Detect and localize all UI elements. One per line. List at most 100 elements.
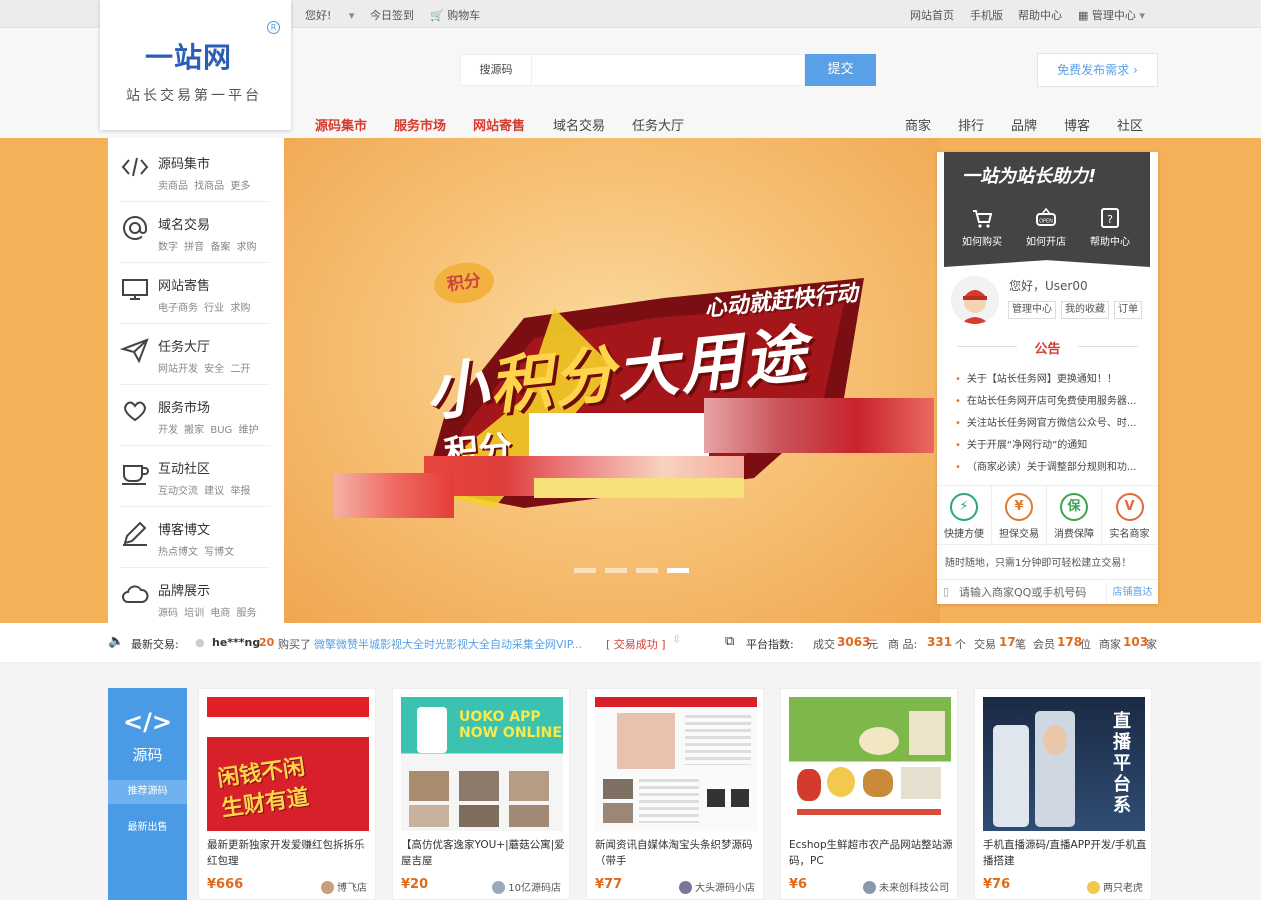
greeting-dropdown[interactable]: 您好! ▾ — [305, 7, 354, 23]
product-card[interactable]: 直播平台系 手机直播源码/直播APP开发/手机直播搭建 ¥76 两只老虎 — [974, 688, 1152, 900]
logo-slogan: 站长交易第一平台 — [126, 88, 262, 104]
heart-hand-icon — [124, 401, 146, 422]
notice-item[interactable]: 在站长任务网开店可免费使用服务器... — [955, 392, 1150, 407]
sidebar-item-service[interactable]: 服务市场 开发 搬家 BUG 维护 — [120, 386, 270, 446]
nav-item-community[interactable]: 社区 — [1117, 115, 1143, 134]
nav-item-tasks[interactable]: 任务大厅 — [632, 115, 684, 134]
shop-lookup-input[interactable]: 请输入商家QQ或手机号码 — [959, 584, 1086, 600]
shop-avatar — [492, 881, 506, 894]
shop-name[interactable]: 未来创科技公司 — [863, 879, 949, 894]
trade-status: [ 交易成功 ] — [606, 638, 666, 651]
product-title[interactable]: 手机直播源码/直播APP开发/手机直播搭建 — [983, 837, 1148, 869]
sidebar-item-domain[interactable]: 域名交易 数字 拼音 备案 求购 — [120, 203, 270, 263]
how-to-buy-link[interactable]: 如何购买 — [952, 207, 1012, 248]
logo[interactable]: 一站网 R 站长交易第一平台 — [100, 0, 291, 130]
shop-name[interactable]: 博飞店 — [321, 879, 367, 894]
lightning-icon: ⚡ — [950, 493, 978, 521]
how-to-open-shop-link[interactable]: OPEN 如何开店 — [1016, 207, 1076, 248]
product-title[interactable]: 【高仿优客逸家YOU+|蘑菇公寓|爱屋吉屋 — [401, 837, 566, 869]
favorites-button[interactable]: 我的收藏 — [1061, 301, 1109, 319]
product-card[interactable]: UOKO APP NOW ONLINE 【高仿优客逸家YOU+|蘑菇公寓|爱屋吉… — [392, 688, 570, 900]
carousel-dot[interactable] — [605, 568, 627, 573]
panel-slogan: 随时随地，只需1分钟即可轻松建立交易！ — [945, 558, 1132, 569]
product-title[interactable]: Ecshop生鲜超市农产品网站整站源码，PC — [789, 837, 954, 869]
notice-item[interactable]: 关于开展“净网行动”的通知 — [955, 436, 1150, 451]
sidebar-item-site[interactable]: 网站寄售 电子商务 行业 求购 — [120, 264, 270, 324]
home-link[interactable]: 网站首页 — [910, 7, 954, 23]
product-image[interactable] — [789, 697, 951, 831]
nav-item-ranking[interactable]: 排行 — [958, 115, 984, 134]
nav-item-blog[interactable]: 博客 — [1064, 115, 1090, 134]
nav-item-merchants[interactable]: 商家 — [905, 115, 931, 134]
pixelation-block — [334, 473, 454, 518]
phone-icon: ▯ — [943, 585, 950, 598]
stats-ticker: 🔈 最新交易: ● he***ng 20 购买了 微擎微赞半城影视大全时光影视大… — [0, 623, 1261, 663]
category-sidebar: 源码集市 卖商品 找商品 更多 域名交易 数字 拼音 备案 求购 网站寄售 电子… — [108, 138, 284, 623]
product-card[interactable]: Ecshop生鲜超市农产品网站整站源码，PC ¥6 未来创科技公司 — [780, 688, 958, 900]
carousel-dot[interactable] — [636, 568, 658, 573]
notice-item[interactable]: 关注站长任务网官方微信公众号、时... — [955, 414, 1150, 429]
banner-slide[interactable]: 积分 心动就赶快行动 小积分大用途 积分 — [284, 138, 940, 623]
shop-direct-button[interactable]: 店铺直达 — [1106, 583, 1158, 603]
product-card[interactable]: 闲钱不闲 生财有道 最新更新独家开发爱赚红包拆拆乐红包理 ¥666 博飞店 — [198, 688, 376, 900]
help-icon: ? — [1101, 208, 1119, 228]
notice-item[interactable]: （商家必读）关于调整部分规则和功... — [955, 458, 1150, 473]
sidebar-item-community[interactable]: 互动社区 互动交流 建议 举报 — [120, 447, 270, 507]
checkin-link[interactable]: 今日签到 — [370, 7, 414, 23]
nav-item-site-consign[interactable]: 网站寄售 — [473, 115, 525, 134]
sidebar-item-tasks[interactable]: 任务大厅 网站开发 安全 二开 — [120, 325, 270, 385]
tab-latest[interactable]: 最新出售 — [108, 818, 187, 833]
help-link[interactable]: 帮助中心 — [1018, 7, 1062, 23]
registered-icon: R — [267, 21, 280, 34]
notice-item[interactable]: 关于【站长任务网】更换通知！！ — [955, 370, 1150, 385]
tab-recommended[interactable]: 推荐源码 — [108, 780, 187, 804]
product-title[interactable]: 最新更新独家开发爱赚红包拆拆乐红包理 — [207, 837, 372, 869]
product-image[interactable]: UOKO APP NOW ONLINE — [401, 697, 563, 831]
shop-name[interactable]: 大头源码小店 — [679, 879, 755, 894]
search-type-label[interactable]: 搜源码 — [460, 54, 532, 86]
pixelation-block — [704, 398, 934, 453]
nav-item-domain[interactable]: 域名交易 — [553, 115, 605, 134]
carousel-dot[interactable] — [574, 568, 596, 573]
product-card[interactable]: 新闻资讯自媒体淘宝头条织梦源码（带手 ¥77 大头源码小店 — [586, 688, 764, 900]
avatar[interactable] — [951, 276, 999, 324]
sidebar-item-blog[interactable]: 博客博文 热点博文 写博文 — [120, 508, 270, 568]
guarantee-badges: ⚡ 快捷方便 ¥ 担保交易 保消费保障 V 实名商家 — [937, 485, 1158, 546]
shop-lookup: ▯ 请输入商家QQ或手机号码 店铺直达 — [937, 579, 1158, 604]
user-greeting: 您好，User00 — [1009, 279, 1088, 293]
product-title[interactable]: 新闻资讯自媒体淘宝头条织梦源码（带手 — [595, 837, 760, 869]
shop-name[interactable]: 两只老虎 — [1087, 879, 1143, 894]
shop-avatar — [321, 881, 334, 894]
cart-link[interactable]: 🛒 购物车 — [430, 7, 480, 23]
product-price: ¥20 — [401, 877, 429, 892]
svg-text:OPEN: OPEN — [1039, 219, 1053, 225]
shop-name[interactable]: 10亿源码店 — [492, 879, 561, 894]
nav-item-source-market[interactable]: 源码集市 — [315, 115, 367, 134]
trade-item-link[interactable]: 微擎微赞半城影视大全时光影视大全自动采集全网VIP... — [314, 636, 584, 652]
nav-item-brands[interactable]: 品牌 — [1011, 115, 1037, 134]
logo-text: 一站网 — [145, 41, 233, 74]
product-image[interactable]: 直播平台系 — [983, 697, 1145, 831]
notice-heading: 公告 — [937, 338, 1158, 357]
nav-item-service-market[interactable]: 服务市场 — [394, 115, 446, 134]
publish-request-button[interactable]: 免费发布需求 › — [1037, 53, 1158, 87]
sidebar-item-brand[interactable]: 品牌展示 源码 培训 电商 服务 — [120, 569, 270, 629]
mobile-link[interactable]: 手机版 — [970, 7, 1003, 23]
badge-verified: V 实名商家 — [1102, 486, 1157, 546]
carousel-dot-active[interactable] — [667, 568, 689, 573]
product-price: ¥76 — [983, 877, 1011, 892]
sidebar-item-source[interactable]: 源码集市 卖商品 找商品 更多 — [120, 142, 270, 202]
admin-dropdown[interactable]: ▦ 管理中心 ▾ — [1078, 7, 1145, 23]
shop-count: 103 — [1123, 635, 1149, 649]
orders-button[interactable]: 订单 — [1114, 301, 1142, 319]
user-avatar-small: ● — [195, 636, 205, 649]
manage-center-button[interactable]: 管理中心 — [1008, 301, 1056, 319]
search-input[interactable] — [532, 54, 805, 86]
product-image[interactable] — [595, 697, 757, 831]
product-image[interactable]: 闲钱不闲 生财有道 — [207, 697, 369, 831]
search-submit-button[interactable]: 提交 — [805, 54, 876, 86]
help-center-link[interactable]: ? 帮助中心 — [1080, 207, 1140, 248]
product-price: ¥6 — [789, 877, 808, 892]
grid-icon: ▦ — [1078, 9, 1089, 22]
scroll-arrows-icon[interactable]: ⇳ — [672, 633, 681, 646]
